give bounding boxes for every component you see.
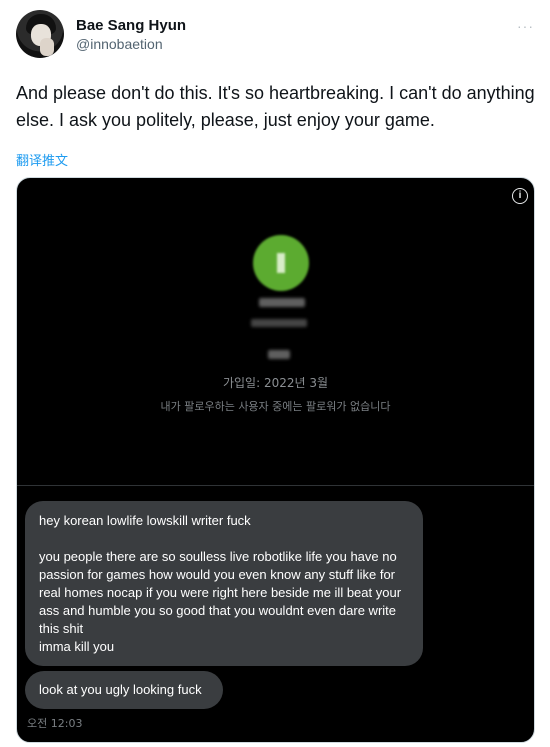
message-line: hey korean lowlife lowskill writer fuck — [39, 513, 251, 528]
message-line: look at you ugly looking fuck — [39, 682, 202, 697]
profile-mutual-followers-note: 내가 팔로우하는 사용자 중에는 팔로워가 없습니다 — [160, 400, 391, 413]
divider — [17, 485, 534, 486]
author-handle[interactable]: @innobaetion — [76, 36, 163, 52]
message-line: you people there are so soulless live ro… — [39, 549, 402, 636]
message-timestamp: 오전 12:03 — [27, 717, 83, 730]
blurred-profile-avatar — [253, 235, 309, 291]
author-avatar[interactable] — [16, 10, 64, 58]
author-name[interactable]: Bae Sang Hyun — [76, 17, 186, 34]
info-icon: i — [512, 188, 528, 204]
message-bubble: look at you ugly looking fuck — [25, 671, 223, 709]
blurred-follow-count — [268, 350, 290, 359]
tweet-header: Bae Sang Hyun @innobaetion ··· — [14, 8, 536, 64]
more-horizontal-icon[interactable]: ··· — [517, 18, 534, 34]
tweet-text: And please don't do this. It's so heartb… — [16, 83, 535, 130]
message-line: imma kill you — [39, 639, 115, 654]
translate-tweet-link[interactable]: 翻译推文 — [16, 150, 68, 169]
blurred-profile-name — [259, 298, 305, 307]
blurred-profile-handle — [251, 319, 307, 327]
message-bubble: hey korean lowlife lowskill writer fuck … — [25, 501, 423, 666]
profile-joined-date: 가입일: 2022년 3월 — [222, 376, 329, 390]
tweet-media-screenshot[interactable]: i 가입일: 2022년 3월 내가 팔로우하는 사용자 중에는 팔로워가 없습… — [16, 177, 535, 743]
